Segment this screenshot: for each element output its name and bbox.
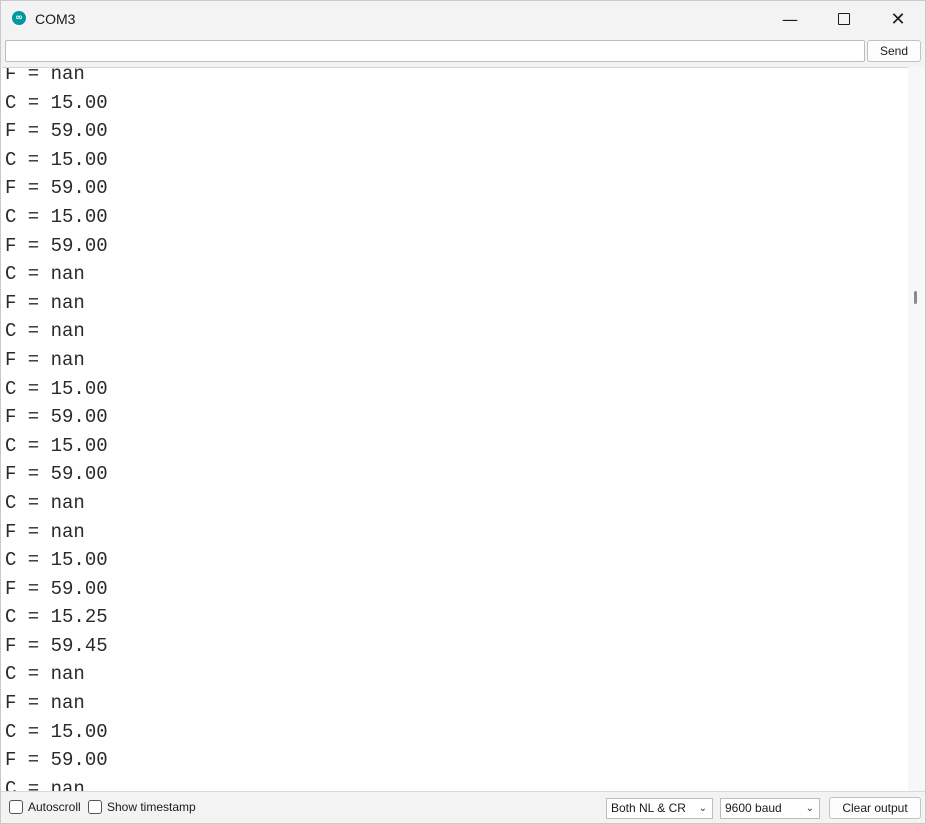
show-timestamp-label: Show timestamp [107, 800, 196, 814]
serial-monitor-window: ∞ COM3 — ✕ Send F = nan C = 15.00 F = 59.0… [0, 0, 926, 824]
output-line: C = nan [5, 263, 85, 286]
baud-rate-select[interactable]: 9600 baud ⌄ [720, 798, 820, 819]
output-lines: F = nan C = 15.00 F = 59.00 C = 15.00 F = 59… [5, 67, 108, 792]
output-line: F = nan [5, 348, 85, 371]
arduino-logo-icon: ∞ [12, 11, 26, 25]
output-line: C = nan [5, 777, 85, 792]
minimize-icon: — [782, 9, 798, 29]
output-line: F = 59.00 [5, 577, 108, 600]
output-line: C = 15.00 [5, 549, 108, 572]
output-line: F = 59.00 [5, 463, 108, 486]
clear-output-button[interactable]: Clear output [829, 797, 921, 819]
maximize-button[interactable] [817, 1, 871, 37]
output-line: C = 15.00 [5, 148, 108, 171]
bottom-toolbar: Autoscroll Show timestamp Both NL & CR ⌄… [1, 791, 925, 823]
line-ending-select[interactable]: Both NL & CR ⌄ [606, 798, 713, 819]
chevron-down-icon: ⌄ [698, 803, 707, 814]
scroll-thumb[interactable] [914, 291, 917, 304]
output-line: F = 59.00 [5, 177, 108, 200]
output-line: C = 15.00 [5, 205, 108, 228]
output-line: F = nan [5, 692, 85, 715]
autoscroll-checkbox[interactable]: Autoscroll [9, 800, 81, 814]
output-line: F = 59.45 [5, 634, 108, 657]
output-line: C = nan [5, 320, 85, 343]
serial-output[interactable]: F = nan C = 15.00 F = 59.00 C = 15.00 F = 59… [2, 67, 908, 792]
input-row: Send [1, 37, 925, 67]
output-line: F = 59.00 [5, 749, 108, 772]
output-line: C = 15.00 [5, 720, 108, 743]
output-line: C = 15.25 [5, 606, 108, 629]
output-line: F = 59.00 [5, 120, 108, 143]
output-line: F = nan [5, 291, 85, 314]
close-button[interactable]: ✕ [871, 1, 925, 37]
output-line: C = 15.00 [5, 434, 108, 457]
autoscroll-label: Autoscroll [28, 800, 81, 814]
send-button[interactable]: Send [867, 40, 921, 62]
output-line: C = nan [5, 491, 85, 514]
line-ending-value: Both NL & CR [611, 801, 686, 815]
baud-rate-value: 9600 baud [725, 801, 782, 815]
checkbox-box[interactable] [9, 800, 23, 814]
checkbox-box[interactable] [88, 800, 102, 814]
output-line: C = 15.00 [5, 91, 108, 114]
message-input[interactable] [5, 40, 865, 62]
minimize-button[interactable]: — [763, 1, 817, 37]
chevron-down-icon: ⌄ [805, 803, 814, 814]
output-line: F = 59.00 [5, 406, 108, 429]
show-timestamp-checkbox[interactable]: Show timestamp [88, 800, 196, 814]
output-line: F = nan [5, 67, 85, 85]
close-icon: ✕ [890, 8, 906, 30]
output-line: F = 59.00 [5, 234, 108, 257]
output-line: C = nan [5, 663, 85, 686]
maximize-icon [838, 13, 850, 25]
window-title: COM3 [35, 11, 76, 27]
title-bar: ∞ COM3 — ✕ [1, 1, 925, 37]
output-line: C = 15.00 [5, 377, 108, 400]
output-scrollbar[interactable] [908, 67, 925, 791]
output-line: F = nan [5, 520, 85, 543]
